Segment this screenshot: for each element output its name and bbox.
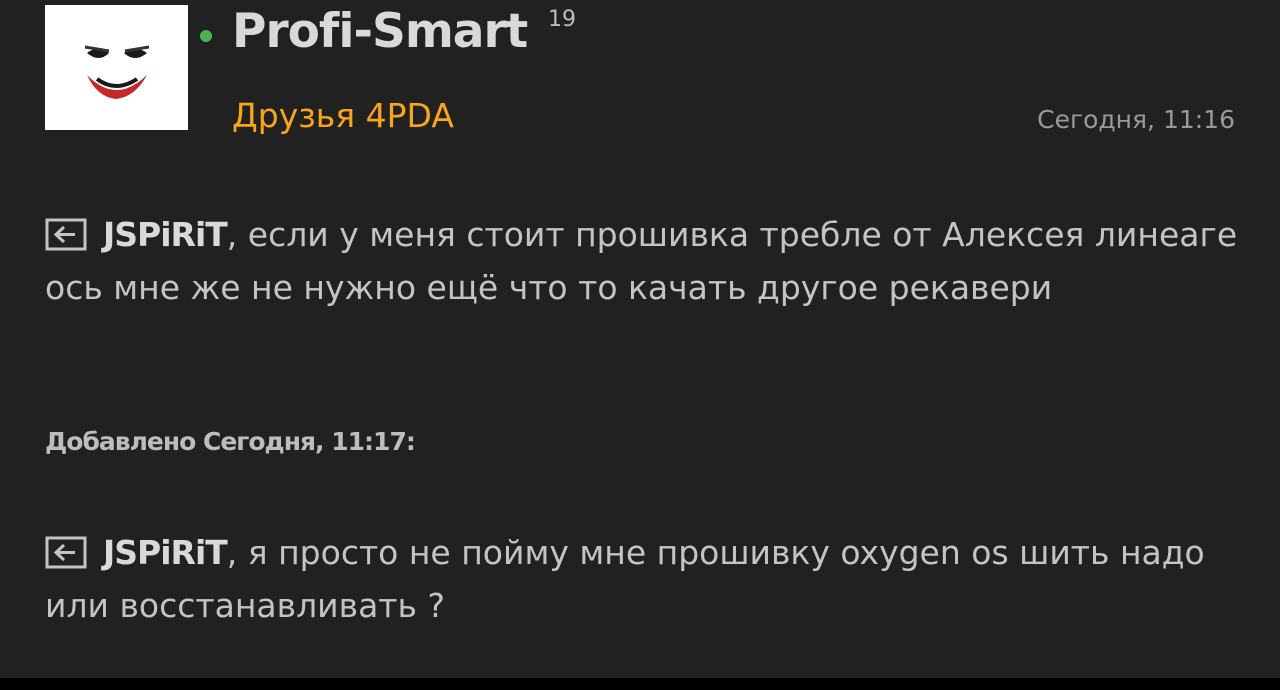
avatar[interactable] bbox=[45, 5, 188, 130]
post-timestamp: Сегодня, 11:16 bbox=[1037, 105, 1235, 134]
message-text: JSPiRiT, я просто не пойму мне прошивку … bbox=[45, 526, 1245, 632]
message-text: JSPiRiT, если у меня стоит прошивка треб… bbox=[45, 208, 1245, 314]
bottom-bar bbox=[0, 678, 1280, 690]
joker-face-icon bbox=[84, 45, 150, 99]
quote-reply-icon[interactable] bbox=[45, 218, 87, 251]
added-note: Добавлено Сегодня, 11:17: bbox=[45, 427, 416, 456]
quote-reply-icon[interactable] bbox=[45, 536, 87, 569]
user-group: Друзья 4PDA bbox=[232, 96, 454, 135]
reply-username[interactable]: JSPiRiT bbox=[103, 215, 228, 254]
reply-username[interactable]: JSPiRiT bbox=[103, 533, 228, 572]
reputation-count[interactable]: 19 bbox=[548, 6, 576, 34]
online-status-dot bbox=[200, 30, 212, 42]
username[interactable]: Profi-Smart bbox=[232, 2, 528, 62]
